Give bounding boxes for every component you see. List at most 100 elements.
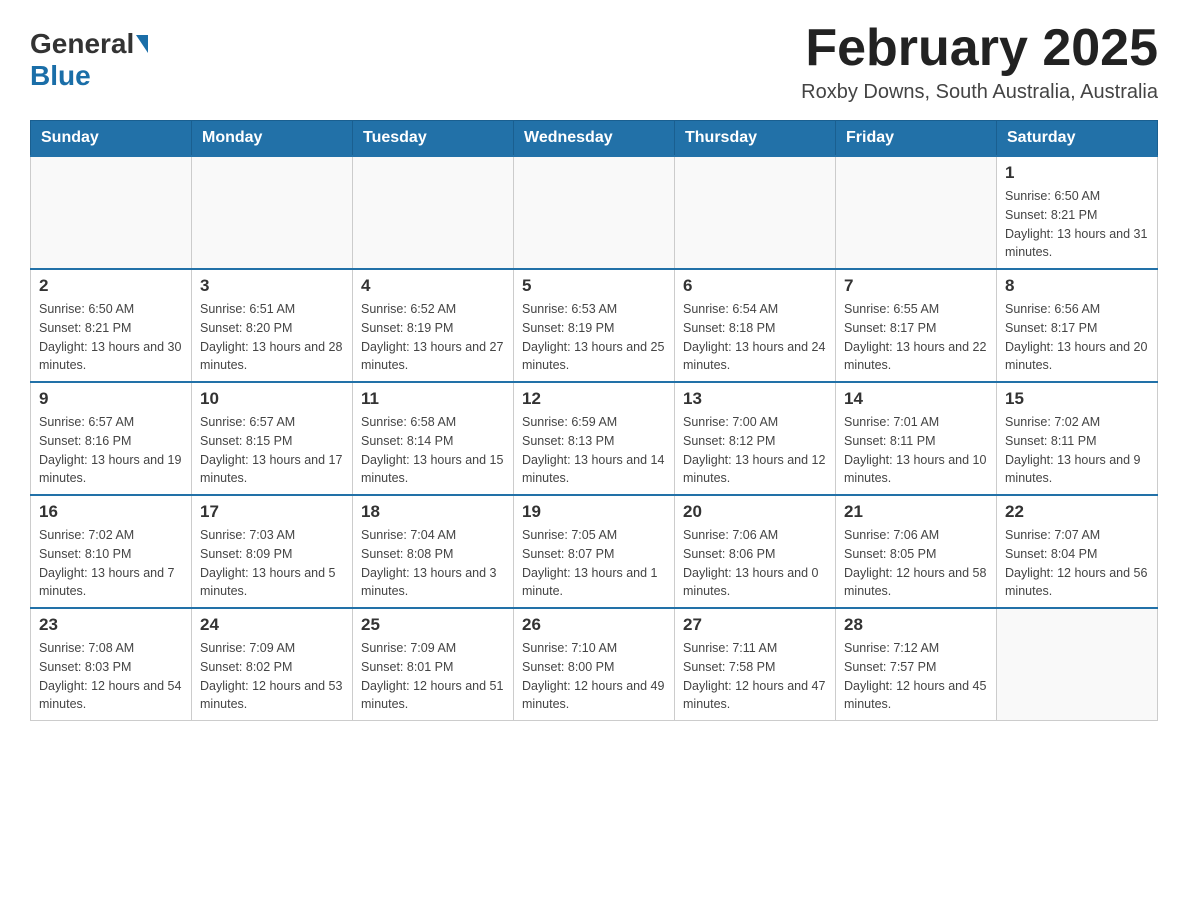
day-cell — [353, 156, 514, 269]
header-day-tuesday: Tuesday — [353, 121, 514, 157]
day-info: Sunrise: 7:05 AM Sunset: 8:07 PM Dayligh… — [522, 526, 666, 601]
day-number: 7 — [844, 276, 988, 296]
day-cell: 9 Sunrise: 6:57 AM Sunset: 8:16 PM Daylig… — [31, 382, 192, 495]
week-row-1: 1 Sunrise: 6:50 AM Sunset: 8:21 PM Daylig… — [31, 156, 1158, 269]
week-row-4: 16 Sunrise: 7:02 AM Sunset: 8:10 PM Dayli… — [31, 495, 1158, 608]
logo-blue-text: Blue — [30, 60, 91, 91]
day-number: 2 — [39, 276, 183, 296]
day-cell: 26Sunrise: 7:10 AM Sunset: 8:00 PM Dayli… — [514, 608, 675, 721]
day-number: 14 — [844, 389, 988, 409]
day-info: Sunrise: 6:57 AM Sunset: 8:15 PM Dayligh… — [200, 413, 344, 488]
day-info: Sunrise: 7:10 AM Sunset: 8:00 PM Dayligh… — [522, 639, 666, 714]
week-row-5: 23Sunrise: 7:08 AM Sunset: 8:03 PM Dayli… — [31, 608, 1158, 721]
day-number: 11 — [361, 389, 505, 409]
calendar-table: SundayMondayTuesdayWednesdayThursdayFrid… — [30, 120, 1158, 721]
day-cell: 3 Sunrise: 6:51 AM Sunset: 8:20 PM Daylig… — [192, 269, 353, 382]
day-cell: 1 Sunrise: 6:50 AM Sunset: 8:21 PM Daylig… — [997, 156, 1158, 269]
day-number: 18 — [361, 502, 505, 522]
day-number: 25 — [361, 615, 505, 635]
day-cell — [836, 156, 997, 269]
header-day-saturday: Saturday — [997, 121, 1158, 157]
day-number: 16 — [39, 502, 183, 522]
logo-general-text: General — [30, 28, 134, 60]
calendar-header: SundayMondayTuesdayWednesdayThursdayFrid… — [31, 121, 1158, 157]
day-info: Sunrise: 6:56 AM Sunset: 8:17 PM Dayligh… — [1005, 300, 1149, 375]
day-number: 21 — [844, 502, 988, 522]
day-cell: 8 Sunrise: 6:56 AM Sunset: 8:17 PM Daylig… — [997, 269, 1158, 382]
day-info: Sunrise: 6:54 AM Sunset: 8:18 PM Dayligh… — [683, 300, 827, 375]
header-day-friday: Friday — [836, 121, 997, 157]
day-cell: 2Sunrise: 6:50 AM Sunset: 8:21 PM Daylig… — [31, 269, 192, 382]
day-cell: 7 Sunrise: 6:55 AM Sunset: 8:17 PM Daylig… — [836, 269, 997, 382]
day-number: 9 — [39, 389, 183, 409]
day-number: 19 — [522, 502, 666, 522]
day-number: 28 — [844, 615, 988, 635]
day-cell: 4Sunrise: 6:52 AM Sunset: 8:19 PM Daylig… — [353, 269, 514, 382]
day-number: 3 — [200, 276, 344, 296]
day-cell: 18 Sunrise: 7:04 AM Sunset: 8:08 PM Dayli… — [353, 495, 514, 608]
day-cell: 27 Sunrise: 7:11 AM Sunset: 7:58 PM Dayli… — [675, 608, 836, 721]
day-cell — [997, 608, 1158, 721]
day-info: Sunrise: 7:02 AM Sunset: 8:11 PM Dayligh… — [1005, 413, 1149, 488]
header-day-sunday: Sunday — [31, 121, 192, 157]
day-cell: 19 Sunrise: 7:05 AM Sunset: 8:07 PM Dayli… — [514, 495, 675, 608]
day-info: Sunrise: 7:04 AM Sunset: 8:08 PM Dayligh… — [361, 526, 505, 601]
day-number: 6 — [683, 276, 827, 296]
day-cell — [31, 156, 192, 269]
day-number: 13 — [683, 389, 827, 409]
day-number: 12 — [522, 389, 666, 409]
day-info: Sunrise: 7:07 AM Sunset: 8:04 PM Dayligh… — [1005, 526, 1149, 601]
day-number: 20 — [683, 502, 827, 522]
title-area: February 2025 Roxby Downs, South Austral… — [801, 20, 1158, 104]
logo-arrow-icon — [136, 35, 148, 53]
day-info: Sunrise: 6:59 AM Sunset: 8:13 PM Dayligh… — [522, 413, 666, 488]
day-cell: 16 Sunrise: 7:02 AM Sunset: 8:10 PM Dayli… — [31, 495, 192, 608]
day-info: Sunrise: 7:11 AM Sunset: 7:58 PM Dayligh… — [683, 639, 827, 714]
day-cell: 13 Sunrise: 7:00 AM Sunset: 8:12 PM Dayli… — [675, 382, 836, 495]
header-day-monday: Monday — [192, 121, 353, 157]
day-cell: 12 Sunrise: 6:59 AM Sunset: 8:13 PM Dayli… — [514, 382, 675, 495]
day-info: Sunrise: 7:09 AM Sunset: 8:02 PM Dayligh… — [200, 639, 344, 714]
day-cell — [192, 156, 353, 269]
header-row: SundayMondayTuesdayWednesdayThursdayFrid… — [31, 121, 1158, 157]
day-info: Sunrise: 7:01 AM Sunset: 8:11 PM Dayligh… — [844, 413, 988, 488]
day-number: 17 — [200, 502, 344, 522]
day-number: 22 — [1005, 502, 1149, 522]
day-number: 15 — [1005, 389, 1149, 409]
day-cell: 21 Sunrise: 7:06 AM Sunset: 8:05 PM Dayli… — [836, 495, 997, 608]
day-info: Sunrise: 7:09 AM Sunset: 8:01 PM Dayligh… — [361, 639, 505, 714]
page-subtitle: Roxby Downs, South Australia, Australia — [801, 81, 1158, 104]
day-number: 8 — [1005, 276, 1149, 296]
day-number: 1 — [1005, 163, 1149, 183]
page-title: February 2025 — [801, 20, 1158, 77]
day-info: Sunrise: 7:02 AM Sunset: 8:10 PM Dayligh… — [39, 526, 183, 601]
day-number: 27 — [683, 615, 827, 635]
day-info: Sunrise: 6:50 AM Sunset: 8:21 PM Dayligh… — [1005, 187, 1149, 262]
day-info: Sunrise: 6:51 AM Sunset: 8:20 PM Dayligh… — [200, 300, 344, 375]
day-cell: 17 Sunrise: 7:03 AM Sunset: 8:09 PM Dayli… — [192, 495, 353, 608]
day-cell: 6 Sunrise: 6:54 AM Sunset: 8:18 PM Daylig… — [675, 269, 836, 382]
day-info: Sunrise: 6:58 AM Sunset: 8:14 PM Dayligh… — [361, 413, 505, 488]
day-number: 4 — [361, 276, 505, 296]
day-info: Sunrise: 7:00 AM Sunset: 8:12 PM Dayligh… — [683, 413, 827, 488]
day-number: 5 — [522, 276, 666, 296]
day-info: Sunrise: 7:06 AM Sunset: 8:06 PM Dayligh… — [683, 526, 827, 601]
day-info: Sunrise: 6:57 AM Sunset: 8:16 PM Dayligh… — [39, 413, 183, 488]
day-cell: 23Sunrise: 7:08 AM Sunset: 8:03 PM Dayli… — [31, 608, 192, 721]
logo: General Blue — [30, 20, 150, 92]
header: General Blue February 2025 Roxby Downs, … — [30, 20, 1158, 104]
day-info: Sunrise: 7:06 AM Sunset: 8:05 PM Dayligh… — [844, 526, 988, 601]
day-cell: 24Sunrise: 7:09 AM Sunset: 8:02 PM Dayli… — [192, 608, 353, 721]
day-cell: 22 Sunrise: 7:07 AM Sunset: 8:04 PM Dayli… — [997, 495, 1158, 608]
header-day-thursday: Thursday — [675, 121, 836, 157]
header-day-wednesday: Wednesday — [514, 121, 675, 157]
day-info: Sunrise: 7:03 AM Sunset: 8:09 PM Dayligh… — [200, 526, 344, 601]
day-cell: 11 Sunrise: 6:58 AM Sunset: 8:14 PM Dayli… — [353, 382, 514, 495]
day-cell: 25 Sunrise: 7:09 AM Sunset: 8:01 PM Dayli… — [353, 608, 514, 721]
day-cell: 15 Sunrise: 7:02 AM Sunset: 8:11 PM Dayli… — [997, 382, 1158, 495]
day-cell: 20 Sunrise: 7:06 AM Sunset: 8:06 PM Dayli… — [675, 495, 836, 608]
day-info: Sunrise: 7:08 AM Sunset: 8:03 PM Dayligh… — [39, 639, 183, 714]
day-info: Sunrise: 6:55 AM Sunset: 8:17 PM Dayligh… — [844, 300, 988, 375]
day-info: Sunrise: 6:53 AM Sunset: 8:19 PM Dayligh… — [522, 300, 666, 375]
week-row-3: 9 Sunrise: 6:57 AM Sunset: 8:16 PM Daylig… — [31, 382, 1158, 495]
